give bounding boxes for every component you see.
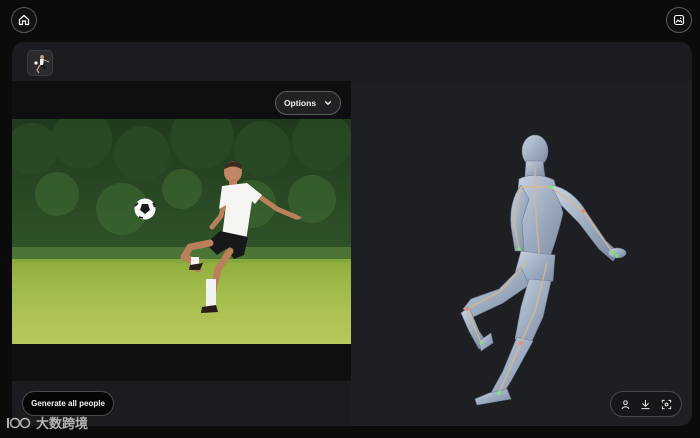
watermark: 大数跨境 [6, 413, 88, 432]
watermark-text: 大数跨境 [36, 416, 89, 431]
watermark-logo [7, 417, 31, 428]
download-button[interactable] [638, 396, 654, 412]
person-button[interactable] [617, 396, 633, 412]
options-button[interactable]: Options [275, 91, 341, 115]
source-photo [12, 119, 351, 344]
generate-label: Generate all people [31, 399, 105, 408]
fullscreen-icon [662, 399, 672, 409]
image-thumbnail[interactable] [27, 50, 53, 76]
person-icon [621, 399, 630, 409]
download-icon [641, 399, 651, 409]
main-panel: Options Generate all people [12, 42, 692, 426]
3d-body-model [460, 134, 627, 406]
chevron-down-icon [325, 101, 332, 106]
gallery-button[interactable] [666, 7, 692, 33]
image-gallery-icon [673, 14, 685, 26]
source-image-pane: Options [12, 81, 351, 381]
home-icon [18, 14, 30, 26]
home-button[interactable] [11, 7, 37, 33]
options-label: Options [283, 98, 317, 108]
fullscreen-button[interactable] [659, 396, 675, 412]
3d-viewer[interactable] [351, 81, 692, 426]
viewer-toolbar [610, 391, 682, 417]
